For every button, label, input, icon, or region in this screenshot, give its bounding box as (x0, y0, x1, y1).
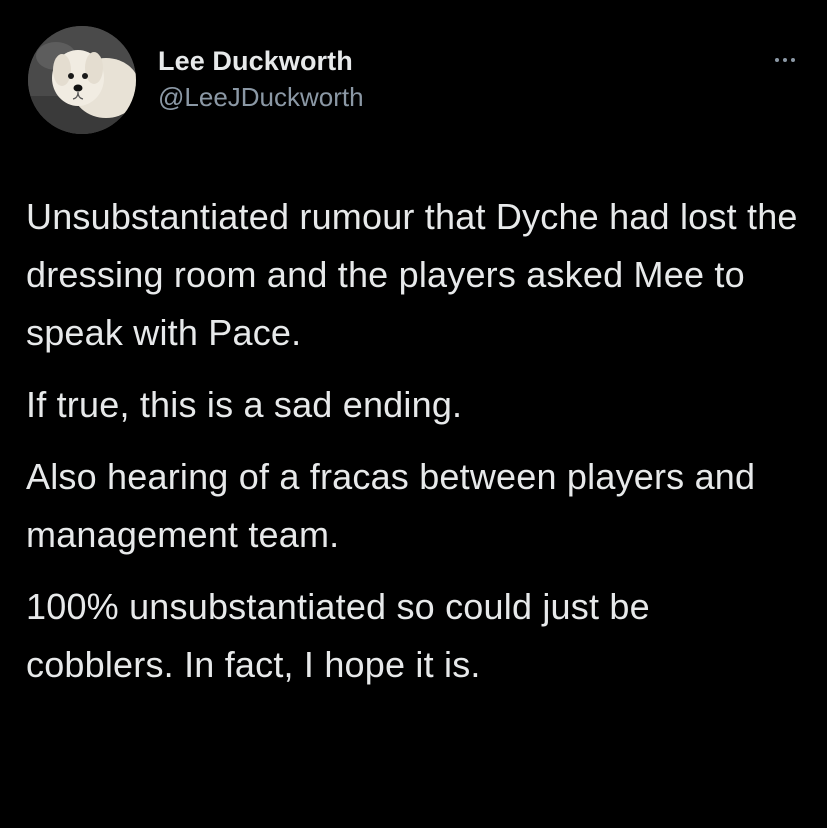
more-options-icon[interactable] (773, 52, 797, 68)
tweet-text: Unsubstantiated rumour that Dyche had lo… (26, 188, 806, 708)
display-name[interactable]: Lee Duckworth (158, 44, 364, 78)
dot (783, 58, 787, 62)
tweet-paragraph: Unsubstantiated rumour that Dyche had lo… (26, 196, 798, 353)
tweet-paragraph: Also hearing of a fracas between players… (26, 456, 756, 555)
avatar[interactable] (28, 26, 136, 134)
handle[interactable]: @LeeJDuckworth (158, 80, 364, 114)
dot (775, 58, 779, 62)
tweet-paragraph: 100% unsubstantiated so could just be co… (26, 586, 650, 685)
tweet-card: Lee Duckworth @LeeJDuckworth Unsubstanti… (0, 0, 827, 828)
tweet-header: Lee Duckworth @LeeJDuckworth (28, 26, 364, 134)
tweet-paragraph: If true, this is a sad ending. (26, 384, 463, 425)
dog-avatar-icon (28, 26, 136, 134)
author-names: Lee Duckworth @LeeJDuckworth (158, 44, 364, 114)
dot (791, 58, 795, 62)
